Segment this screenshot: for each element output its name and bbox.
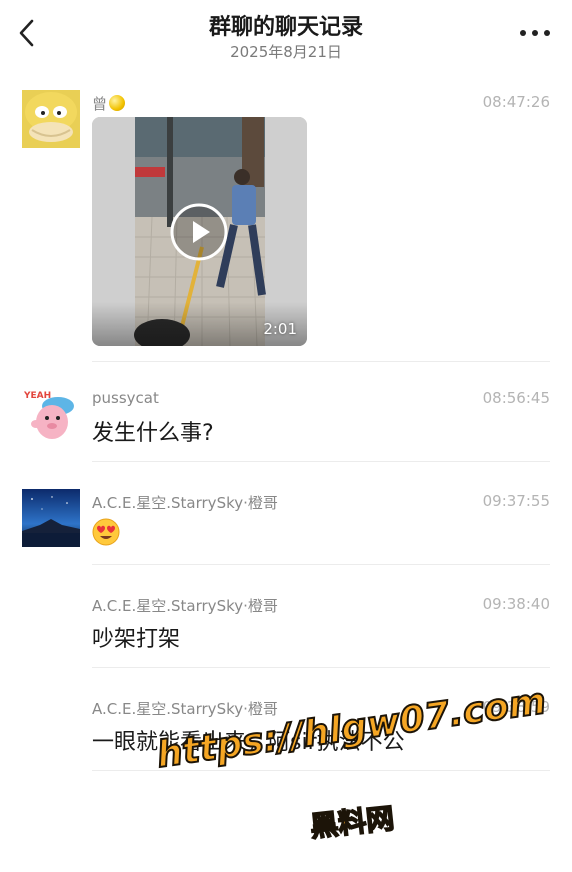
- video-message[interactable]: 2:01: [92, 117, 307, 346]
- sender-name: A.C.E.星空.StarrySky·橙哥: [92, 700, 278, 718]
- coin-emoji-icon: [109, 95, 126, 111]
- header: 群聊的聊天记录 2025年8月21日: [0, 0, 572, 68]
- message-time: 09:37:55: [482, 492, 550, 510]
- watermark-url: https://hlgw07.com: [153, 680, 549, 777]
- watermark: https://hlgw07.com 黑料网: [153, 680, 560, 855]
- page-title: 群聊的聊天记录: [208, 15, 363, 40]
- message-time: 08:47:26: [482, 93, 550, 111]
- avatar[interactable]: [22, 489, 80, 547]
- message-time: 08:56:45: [482, 389, 550, 407]
- divider: [92, 361, 550, 362]
- divider: [92, 564, 550, 565]
- sender-name: A.C.E.星空.StarrySky·橙哥: [92, 597, 278, 615]
- avatar[interactable]: YEAH: [22, 386, 80, 444]
- message-text: 吵架打架: [92, 627, 181, 652]
- sender-name: pussycat: [92, 389, 159, 407]
- heart-eyes-emoji-icon: [92, 518, 120, 546]
- sender-name: A.C.E.星空.StarrySky·橙哥: [92, 494, 278, 512]
- message-text: 发生什么事?: [92, 421, 214, 446]
- divider: [92, 667, 550, 668]
- play-icon[interactable]: [170, 203, 228, 261]
- avatar[interactable]: [22, 90, 80, 148]
- message-time: 09:38:40: [482, 595, 550, 613]
- video-duration: 2:01: [263, 320, 297, 338]
- divider: [92, 461, 550, 462]
- sender-name: 曾: [92, 93, 126, 114]
- watermark-text: 黑料网: [308, 801, 397, 844]
- chat-date: 2025年8月21日: [230, 43, 342, 61]
- more-options-icon[interactable]: [520, 22, 550, 44]
